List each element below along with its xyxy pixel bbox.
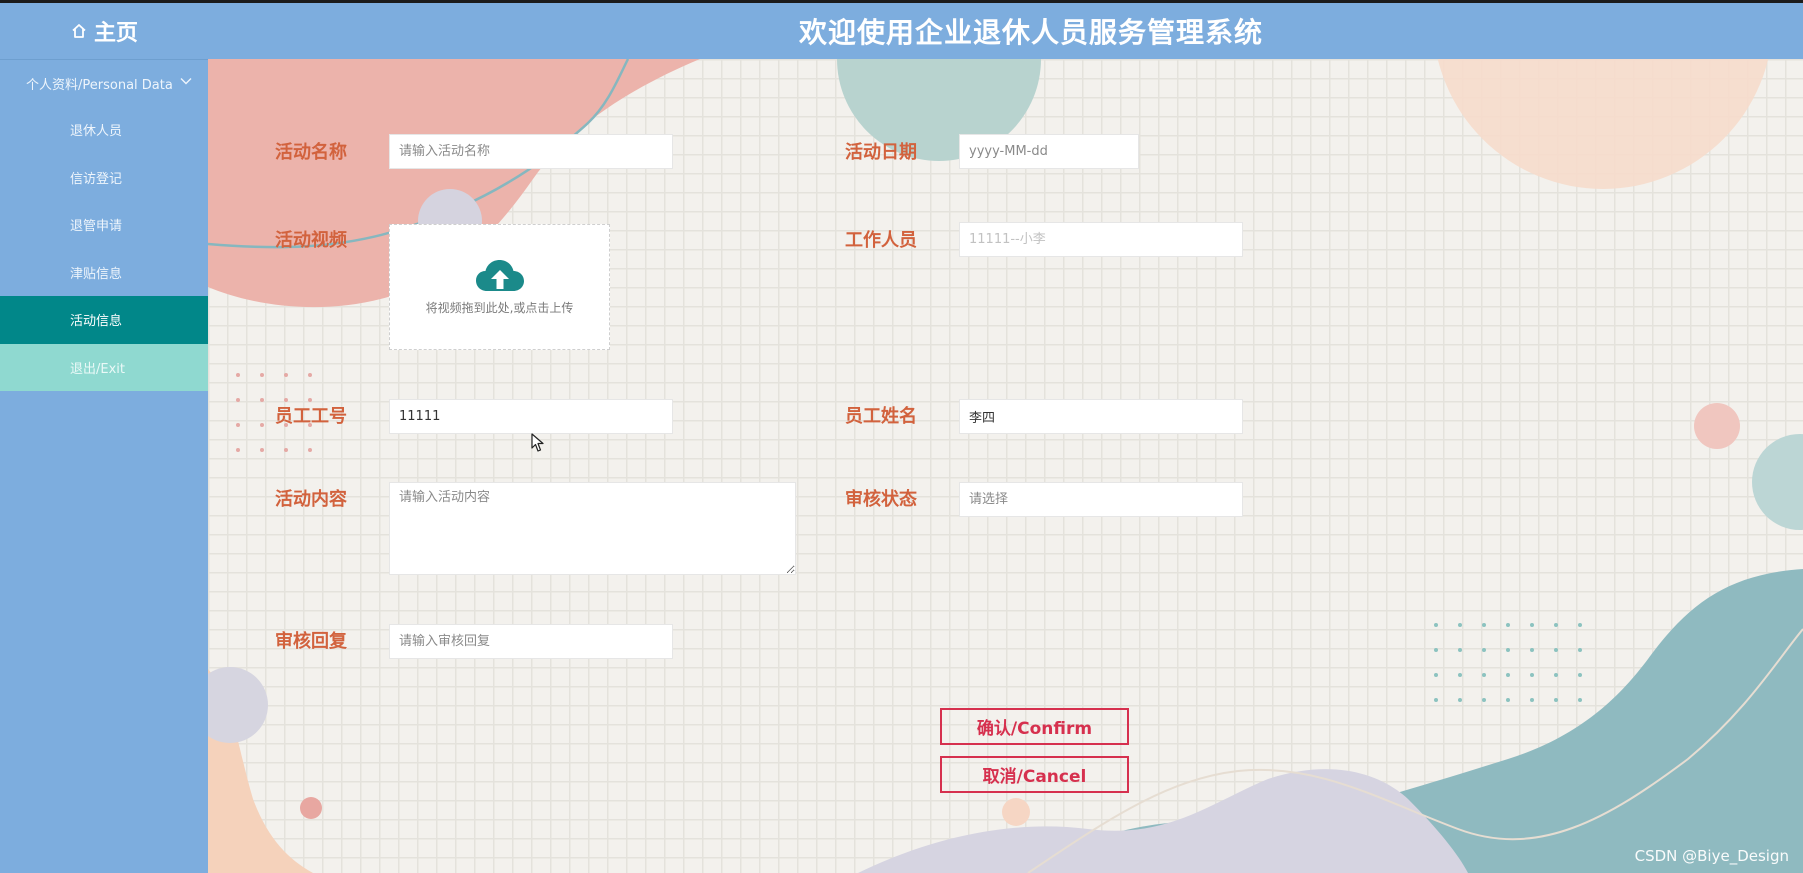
sidebar-item-label: 津贴信息 [70,266,123,282]
label-review-status: 审核状态 [845,489,917,510]
sidebar-item-petition-registration[interactable]: 信访登记 [0,154,208,202]
activity-name-input[interactable] [389,134,673,169]
label-staff: 工作人员 [845,230,917,251]
app-window: 主页 欢迎使用企业退休人员服务管理系统 个人资料/Personal Data 退… [0,0,1803,873]
sidebar: 个人资料/Personal Data 退休人员 信访登记 退管申请 津贴信息 活… [0,59,208,873]
sidebar-group-personal-data[interactable]: 个人资料/Personal Data [0,60,208,106]
confirm-button[interactable]: 确认/Confirm [940,708,1129,745]
employee-id-input[interactable] [389,399,673,434]
label-activity-video: 活动视频 [275,230,347,251]
label-activity-content: 活动内容 [275,489,347,510]
sidebar-item-retirees[interactable]: 退休人员 [0,106,208,154]
sidebar-item-label: 活动信息 [70,314,123,330]
video-upload-dropzone[interactable]: 将视频拖到此处,或点击上传 [389,224,610,350]
label-review-reply: 审核回复 [275,631,347,652]
main-content: 活动名称 活动日期 活动视频 工作人员 员工工号 员工姓名 活动内容 审核状态 … [208,59,1803,873]
review-status-select[interactable] [959,482,1243,517]
home-label: 主页 [93,21,138,46]
employee-name-input[interactable] [959,399,1243,434]
label-employee-name: 员工姓名 [845,406,917,427]
review-reply-input[interactable] [389,624,673,659]
label-activity-date: 活动日期 [845,142,917,163]
home-link[interactable]: 主页 [0,3,208,59]
chevron-down-icon [180,78,192,85]
upload-hint-text: 将视频拖到此处,或点击上传 [425,300,574,315]
sidebar-item-retirement-application[interactable]: 退管申请 [0,201,208,249]
label-employee-id: 员工工号 [275,406,347,427]
home-icon [72,24,86,38]
background-decoration [208,59,1803,873]
sidebar-item-label: 退管申请 [70,219,123,235]
sidebar-item-exit[interactable]: 退出/Exit [0,343,208,391]
sidebar-item-label: 退出/Exit [70,361,125,377]
sidebar-item-activity-info[interactable]: 活动信息 [0,296,208,344]
sidebar-item-label: 退休人员 [70,124,123,140]
sidebar-group-label: 个人资料/Personal Data [26,77,173,93]
activity-date-input[interactable] [959,134,1139,169]
header-bar: 主页 欢迎使用企业退休人员服务管理系统 [0,3,1803,59]
cancel-button[interactable]: 取消/Cancel [940,756,1129,793]
system-title: 欢迎使用企业退休人员服务管理系统 [798,16,1263,49]
cloud-upload-icon [475,259,524,291]
sidebar-item-label: 信访登记 [70,171,123,187]
watermark: CSDN @Biye_Design [1634,847,1789,865]
sidebar-item-allowance-info[interactable]: 津贴信息 [0,249,208,297]
label-activity-name: 活动名称 [275,142,347,163]
staff-input[interactable] [959,222,1243,257]
mouse-cursor-icon [531,433,544,452]
activity-content-textarea[interactable] [389,482,796,575]
